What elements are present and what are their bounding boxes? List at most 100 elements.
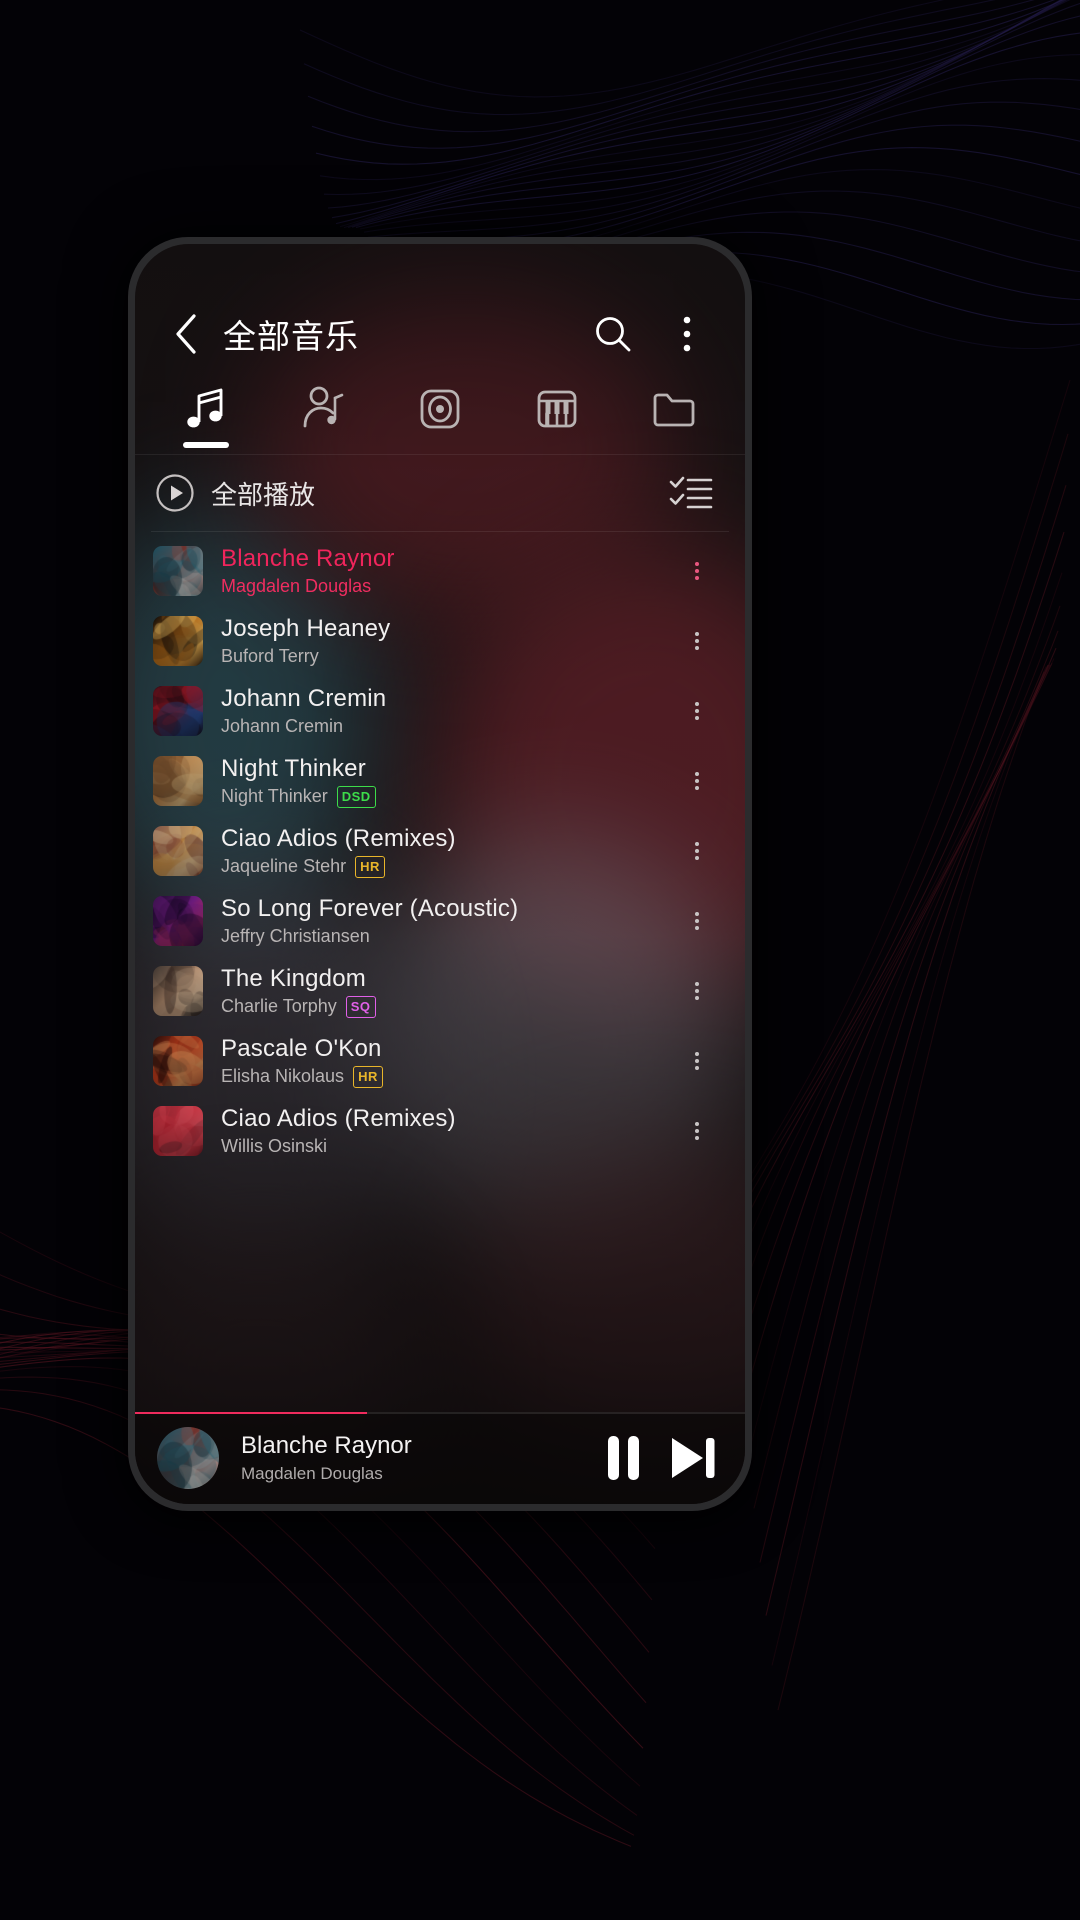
library-tab-bar	[135, 382, 745, 454]
folder-icon	[654, 393, 695, 427]
song-artwork	[153, 1106, 203, 1156]
song-subtitle-row: Charlie Torphy SQ	[221, 995, 675, 1018]
song-artist: Buford Terry	[221, 646, 319, 666]
phone-screen: 全部音乐 全部播放 Blanche Raynor Magdalen Dougla…	[135, 244, 745, 1504]
play-all-label: 全部播放	[211, 479, 316, 510]
more-vertical-icon	[694, 699, 700, 723]
song-meta: Johann Cremin Johann Cremin	[221, 685, 675, 737]
song-artwork	[153, 896, 203, 946]
song-overflow-button[interactable]	[675, 683, 719, 739]
quality-badge: DSD	[336, 785, 376, 808]
song-meta: Night Thinker Night Thinker DSD	[221, 755, 675, 808]
more-vertical-icon	[694, 1119, 700, 1143]
song-artist: Night Thinker	[221, 786, 328, 806]
song-title: Joseph Heaney	[221, 615, 391, 642]
back-button[interactable]	[159, 307, 213, 361]
song-list-item[interactable]: Ciao Adios (Remixes) Willis Osinski	[135, 1096, 745, 1166]
song-overflow-button[interactable]	[675, 823, 719, 879]
playback-controls	[608, 1435, 719, 1481]
song-artist: Johann Cremin	[221, 716, 344, 736]
song-artwork	[153, 1036, 203, 1086]
now-playing-artist: Magdalen Douglas	[241, 1464, 383, 1483]
now-playing-bar[interactable]: Blanche Raynor Magdalen Douglas	[135, 1412, 745, 1504]
song-artwork	[153, 826, 203, 876]
next-track-button[interactable]	[667, 1435, 719, 1481]
song-list[interactable]: Blanche Raynor Magdalen Douglas Joseph Hea…	[135, 532, 745, 1412]
song-list-item[interactable]: Ciao Adios (Remixes) Jaqueline Stehr HR	[135, 816, 745, 886]
page-title: 全部音乐	[223, 318, 359, 355]
play-all-button[interactable]: 全部播放	[155, 473, 663, 513]
song-overflow-button[interactable]	[675, 613, 719, 669]
now-playing-artwork[interactable]	[157, 1427, 219, 1489]
search-icon	[596, 317, 631, 352]
song-overflow-button[interactable]	[675, 1103, 719, 1159]
pause-icon	[608, 1436, 639, 1480]
song-meta: Ciao Adios (Remixes) Jaqueline Stehr HR	[221, 825, 675, 878]
more-vertical-icon	[694, 979, 700, 1003]
song-artist: Jeffry Christiansen	[221, 926, 370, 946]
song-meta: Pascale O'Kon Elisha Nikolaus HR	[221, 1035, 675, 1088]
song-overflow-button[interactable]	[675, 753, 719, 809]
song-list-item[interactable]: Blanche Raynor Magdalen Douglas	[135, 536, 745, 606]
song-meta: So Long Forever (Acoustic) Jeffry Christi…	[221, 895, 675, 947]
song-subtitle-row: Buford Terry	[221, 646, 675, 667]
song-artwork	[153, 686, 203, 736]
quality-badge: HR	[353, 1065, 383, 1088]
song-list-item[interactable]: Night Thinker Night Thinker DSD	[135, 746, 745, 816]
more-vertical-icon	[683, 316, 691, 352]
app-bar: 全部音乐	[135, 286, 745, 382]
song-overflow-button[interactable]	[675, 543, 719, 599]
song-meta: The Kingdom Charlie Torphy SQ	[221, 965, 675, 1018]
song-subtitle-row: Jeffry Christiansen	[221, 926, 675, 947]
song-artwork	[153, 966, 203, 1016]
song-list-item[interactable]: So Long Forever (Acoustic) Jeffry Christi…	[135, 886, 745, 956]
more-vertical-icon	[694, 629, 700, 653]
quality-badge: HR	[355, 855, 385, 878]
search-button[interactable]	[585, 306, 641, 362]
song-title: Pascale O'Kon	[221, 1034, 382, 1062]
song-subtitle-row: Night Thinker DSD	[221, 785, 675, 808]
play-all-row: 全部播放	[135, 455, 745, 531]
app-bar-actions	[585, 306, 715, 362]
skip-next-icon	[672, 1438, 715, 1478]
song-title: So Long Forever (Acoustic)	[221, 895, 519, 922]
artist-icon	[303, 386, 344, 428]
song-list-item[interactable]: Johann Cremin Johann Cremin	[135, 676, 745, 746]
song-title: Blanche Raynor	[221, 545, 395, 572]
song-subtitle-row: Elisha Nikolaus HR	[221, 1065, 675, 1088]
chevron-left-icon	[176, 314, 196, 354]
quality-badge: SQ	[345, 995, 376, 1018]
tab-genres[interactable]	[499, 382, 616, 454]
overflow-menu-button[interactable]	[659, 306, 715, 362]
song-artist: Charlie Torphy	[221, 996, 337, 1016]
song-subtitle-row: Johann Cremin	[221, 716, 675, 737]
song-list-item[interactable]: Pascale O'Kon Elisha Nikolaus HR	[135, 1026, 745, 1096]
song-title: Johann Cremin	[221, 685, 387, 712]
more-vertical-icon	[694, 1049, 700, 1073]
play-circle-icon	[156, 474, 194, 512]
playback-progress-fill	[135, 1412, 367, 1414]
song-overflow-button[interactable]	[675, 963, 719, 1019]
tab-artists[interactable]	[264, 382, 381, 454]
song-overflow-button[interactable]	[675, 893, 719, 949]
song-list-item[interactable]: Joseph Heaney Buford Terry	[135, 606, 745, 676]
tab-songs[interactable]	[147, 382, 264, 454]
song-meta: Blanche Raynor Magdalen Douglas	[221, 545, 675, 597]
song-artist: Magdalen Douglas	[221, 576, 372, 596]
tab-albums[interactable]	[381, 382, 498, 454]
more-vertical-icon	[694, 839, 700, 863]
now-playing-title: Blanche Raynor	[241, 1432, 412, 1459]
multi-select-button[interactable]	[663, 465, 719, 521]
song-meta: Ciao Adios (Remixes) Willis Osinski	[221, 1105, 675, 1157]
song-meta: Joseph Heaney Buford Terry	[221, 615, 675, 667]
song-overflow-button[interactable]	[675, 1033, 719, 1089]
song-list-item[interactable]: The Kingdom Charlie Torphy SQ	[135, 956, 745, 1026]
pause-button[interactable]	[608, 1436, 639, 1480]
song-artwork	[153, 616, 203, 666]
tab-folders[interactable]	[616, 382, 733, 454]
album-disc-icon	[420, 389, 460, 429]
song-title: Night Thinker	[221, 754, 366, 782]
song-artist: Willis Osinski	[221, 1136, 327, 1156]
song-title: Ciao Adios (Remixes)	[221, 1105, 456, 1132]
song-artwork	[153, 546, 203, 596]
